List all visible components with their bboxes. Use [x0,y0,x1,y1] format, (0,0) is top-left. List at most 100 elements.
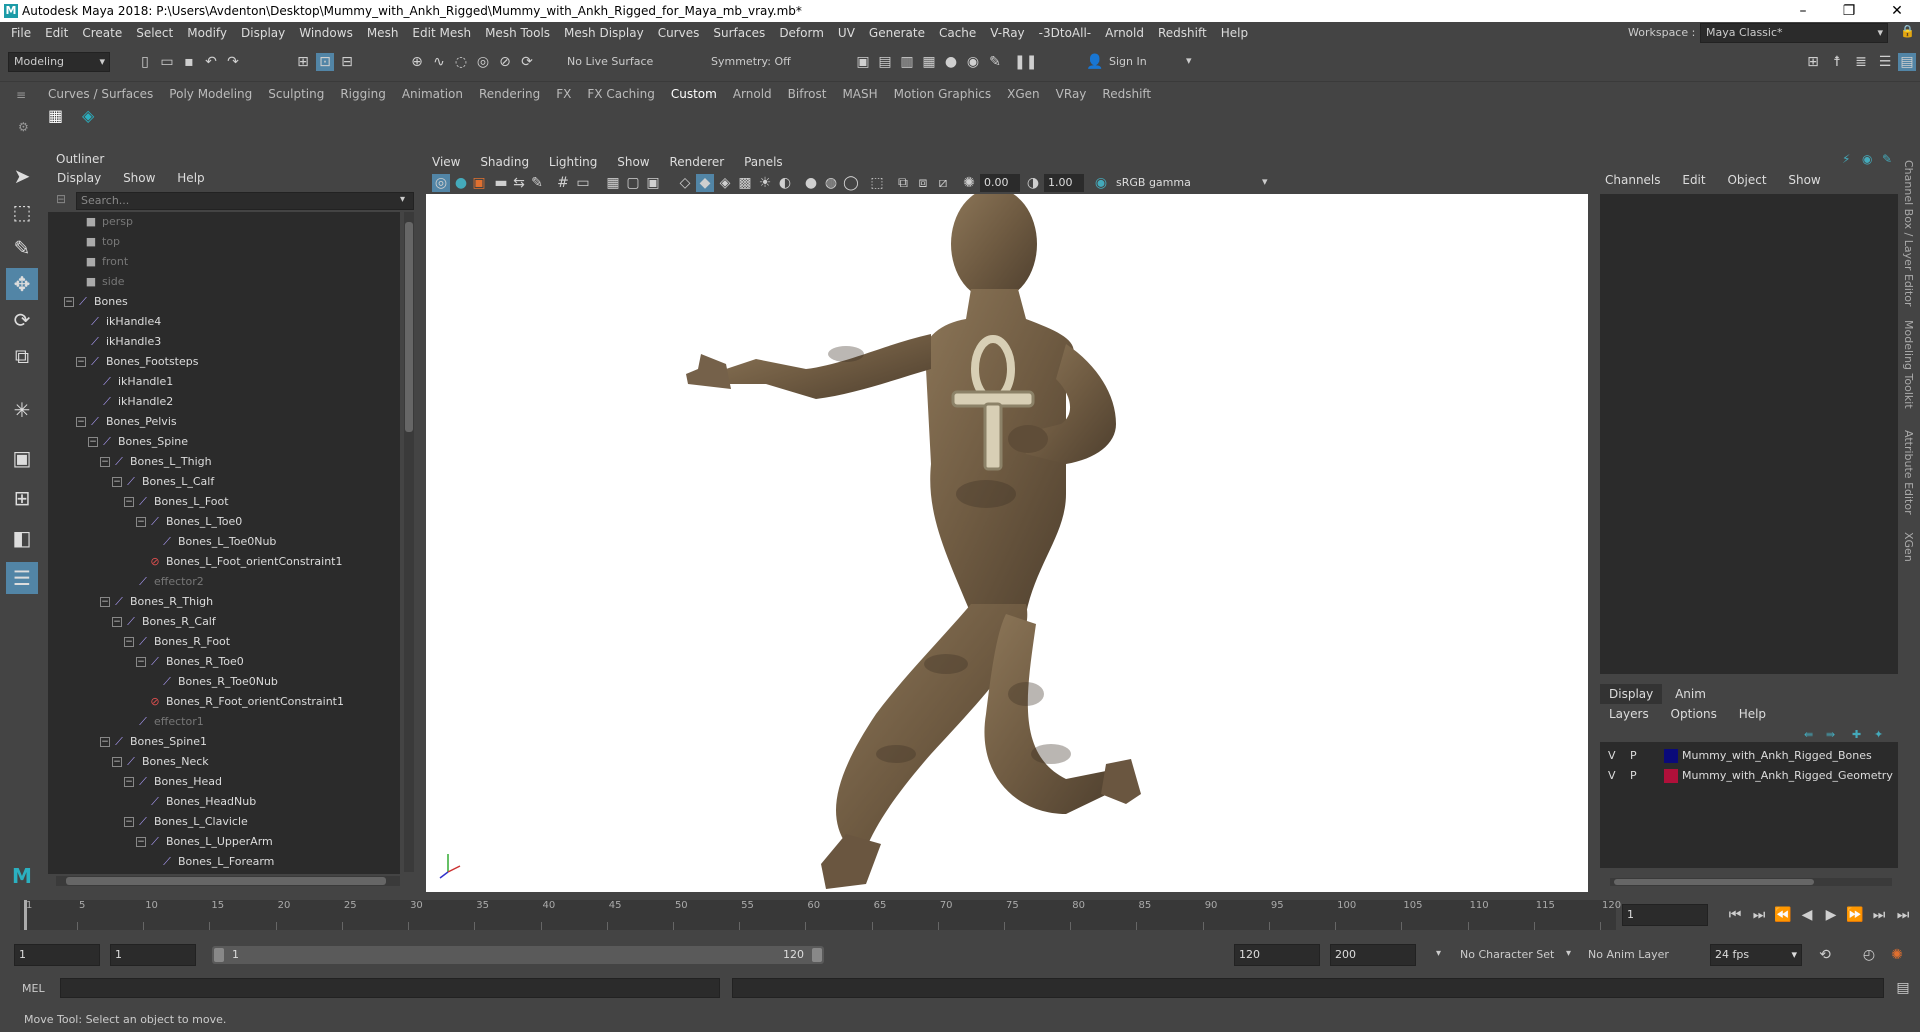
menu-display[interactable]: Display [234,22,292,44]
chevron-down-icon[interactable]: ▾ [1262,175,1268,188]
tab-display[interactable]: Display [1600,684,1663,704]
move-layer-up-icon[interactable]: ⇚ [1804,728,1813,741]
menu-cache[interactable]: Cache [932,22,983,44]
channel-box-menu-edit[interactable]: Edit [1673,170,1714,190]
outliner-item[interactable]: ⟋ ikHandle3 [88,332,161,352]
hypershade-icon[interactable]: ● [942,53,960,71]
shelf-tab-sculpting[interactable]: Sculpting [260,84,332,104]
viewport-scene[interactable] [426,194,1588,892]
script-editor-icon[interactable]: ▤ [1894,979,1912,997]
range-end-handle[interactable] [812,948,822,962]
layers-icon[interactable]: ◉ [1862,152,1872,166]
outliner-item[interactable]: ■ top [84,232,120,252]
xray-icon[interactable]: ⧉ [894,174,912,192]
new-layer-selected-icon[interactable]: ✦ [1874,728,1883,741]
undo-icon[interactable]: ↶ [202,53,220,71]
scrollbar-thumb[interactable] [1614,879,1814,885]
current-time-indicator[interactable] [24,900,27,930]
anim-layer-dropdown[interactable]: No Anim Layer [1588,946,1669,964]
collapse-toggle-icon[interactable]: − [112,477,122,487]
go-to-end-icon[interactable]: ⏭ [1894,906,1912,924]
depth-of-field-icon[interactable]: ◯ [842,174,860,192]
collapse-toggle-icon[interactable]: − [136,837,146,847]
shelf-tab-animation[interactable]: Animation [394,84,471,104]
redo-icon[interactable]: ↷ [224,53,242,71]
lasso-tool-icon[interactable]: ⬚ [6,196,38,228]
paint-select-icon[interactable]: ✎ [6,232,38,264]
viewport-menu-show[interactable]: Show [609,152,657,172]
color-management-icon[interactable]: ◉ [1092,174,1110,192]
shelf-tab-custom[interactable]: Custom [663,84,725,104]
gamma-field[interactable]: 1.00 [1044,174,1084,192]
outliner-item[interactable]: ■ side [84,272,125,292]
modeling-toolkit-icon[interactable]: ⊞ [1804,53,1822,71]
antialiasing-icon[interactable]: ◍ [822,174,840,192]
collapse-toggle-icon[interactable]: − [136,517,146,527]
layer-color-swatch[interactable] [1664,769,1678,783]
menu-mesh-display[interactable]: Mesh Display [557,22,651,44]
menu-help[interactable]: Help [1214,22,1255,44]
new-layer-icon[interactable]: ✚ [1852,728,1861,741]
channel-box-menu-show[interactable]: Show [1779,170,1829,190]
visibility-toggle[interactable]: V [1608,766,1616,786]
snap-point-icon[interactable]: ◌ [452,53,470,71]
exposure-icon[interactable]: ✺ [960,174,978,192]
ambient-occlusion-icon[interactable]: ● [802,174,820,192]
animation-end-field[interactable]: 200 [1330,944,1416,966]
close-button[interactable]: ✕ [1874,0,1920,22]
shelf-menu-icon[interactable]: ≡ [16,88,26,102]
outliner-item[interactable]: ■ front [84,252,128,272]
outliner-item[interactable]: ⟋ ikHandle4 [88,312,161,332]
shelf-tab-rendering[interactable]: Rendering [471,84,548,104]
outliner-item[interactable]: ⟋ effector1 [136,712,204,732]
color-space-dropdown[interactable]: sRGB gamma [1112,174,1262,192]
channels-icon[interactable]: ⚡ [1842,152,1850,166]
bookmark-icon[interactable]: ▣ [470,174,488,192]
step-forward-key-icon[interactable]: ⏭ [1870,906,1888,924]
layer-row[interactable]: V P Mummy_with_Ankh_Rigged_Geometry [1600,766,1898,786]
shelf-tab-curves-surfaces[interactable]: Curves / Surfaces [40,84,161,104]
outliner-item[interactable]: ⟋ Bones_R_Calf [124,612,216,632]
grid-icon[interactable]: # [554,174,572,192]
safe-title-icon[interactable]: ▣ [644,174,662,192]
outliner-menu-show[interactable]: Show [114,168,164,188]
shelf-tab-fx-caching[interactable]: FX Caching [579,84,662,104]
shelf-tab-fx[interactable]: FX [548,84,579,104]
outliner-item[interactable]: ⟋ ikHandle2 [100,392,173,412]
tab-modeling-toolkit[interactable]: Modeling Toolkit [1902,320,1915,409]
new-scene-icon[interactable]: ▯ [136,53,154,71]
chevron-down-icon[interactable]: ▾ [400,194,405,205]
menu-select[interactable]: Select [129,22,180,44]
menu-mesh[interactable]: Mesh [360,22,406,44]
shelf-tab-xgen[interactable]: XGen [999,84,1048,104]
outliner-item[interactable]: ⟋ Bones_L_UpperArm [148,832,273,852]
textured-icon[interactable]: ▩ [736,174,754,192]
collapse-toggle-icon[interactable]: − [76,417,86,427]
shelf-tab-arnold[interactable]: Arnold [725,84,780,104]
loop-icon[interactable]: ⟲ [1816,946,1834,964]
layer-name[interactable]: Mummy_with_Ankh_Rigged_Bones [1682,746,1872,766]
outliner-item[interactable]: ⟋ Bones_Spine1 [112,732,207,752]
shelf-settings-icon[interactable]: ⚙ [18,120,29,134]
current-frame-field[interactable]: 1 [1622,904,1708,926]
playback-start-field[interactable]: 1 [110,944,196,966]
menu-create[interactable]: Create [75,22,129,44]
viewport-menu-lighting[interactable]: Lighting [541,152,606,172]
safe-action-icon[interactable]: ▢ [624,174,642,192]
chevron-down-icon[interactable]: ▾ [1436,948,1441,959]
collapse-toggle-icon[interactable]: − [100,597,110,607]
shelf-tab-vray[interactable]: VRay [1048,84,1095,104]
select-object-icon[interactable]: ⊡ [316,53,334,71]
outliner-vscrollbar[interactable] [404,212,414,872]
film-gate-icon[interactable]: ▭ [574,174,592,192]
attributes-icon[interactable]: ✎ [1882,152,1892,166]
snap-surface-icon[interactable]: ⊘ [496,53,514,71]
menu-arnold[interactable]: Arnold [1098,22,1151,44]
3dtoall-icon[interactable]: ◈ [82,106,102,126]
outliner-item[interactable]: ⟋ Bones_R_Toe0Nub [160,672,278,692]
outliner-item[interactable]: ⟋ Bones_Footsteps [88,352,198,372]
scrollbar-thumb[interactable] [405,222,413,432]
menu-3dtoall[interactable]: -3DtoAll- [1032,22,1098,44]
outliner-item[interactable]: ⊘ Bones_R_Foot_orientConstraint1 [148,692,344,712]
scale-tool-icon[interactable]: ⧉ [6,340,38,372]
